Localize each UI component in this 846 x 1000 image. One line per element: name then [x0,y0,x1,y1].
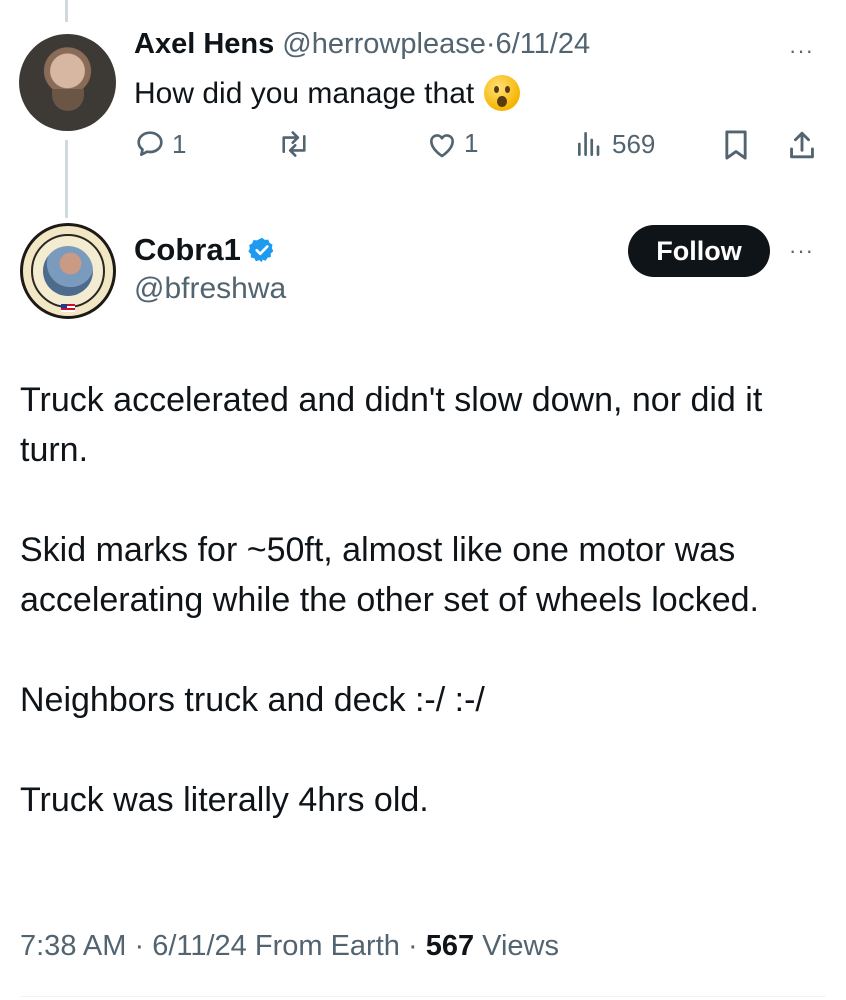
reply-more-icon[interactable]: ··· [789,38,814,64]
reply-display-name[interactable]: Axel Hens [134,28,274,60]
tweet-body: Truck accelerated and didn't slow down, … [20,375,830,875]
comment-icon [137,131,163,156]
reply-text: How did you manage that [134,75,521,111]
us-flag-icon [61,304,75,312]
reply-avatar[interactable] [19,34,116,131]
tweet-paragraph: Truck accelerated and didn't slow down, … [20,381,763,469]
analytics-icon [578,132,600,156]
follow-button[interactable]: Follow [628,225,770,277]
like-count: 1 [464,128,479,158]
tweet-more-icon[interactable]: ··· [789,238,814,264]
main-display-name[interactable]: Cobra1 [134,232,241,268]
face-with-open-mouth-icon [484,75,521,111]
tweet-paragraph: Skid marks for ~50ft, almost like one mo… [20,531,759,619]
repost-icon [282,131,306,157]
tweet-time[interactable]: 7:38 AM [20,930,126,962]
tweet-views-label: Views [482,930,559,962]
reply-header: Axel Hens @herrowplease·6/11/24 [134,28,590,61]
repost-button[interactable] [276,128,318,160]
thread-line-connector [65,140,68,218]
thread-line-top [65,0,68,22]
reply-date[interactable]: 6/11/24 [496,28,591,60]
divider [20,996,826,997]
main-handle[interactable]: @bfreshwa [134,272,286,306]
reply-action-bar: 1 1 569 [134,128,834,172]
reply-text-content: How did you manage that [134,77,475,110]
views-count: 569 [612,128,656,159]
reply-separator: · [485,28,496,60]
main-name-row: Cobra1 [134,232,276,268]
meta-separator: · [134,930,145,962]
tweet-paragraph: Truck was literally 4hrs old. [20,781,429,819]
reply-handle[interactable]: @herrowplease [282,28,486,60]
main-avatar[interactable] [20,223,116,319]
tweet-paragraph: Neighbors truck and deck :-/ :-/ [20,681,485,719]
tweet-source: From Earth [254,930,400,962]
meta-separator: · [407,930,418,962]
tweet-meta: 7:38 AM · 6/11/24 From Earth · 567 Views [20,930,559,963]
tweet-views-count[interactable]: 567 [426,930,474,962]
share-button[interactable] [786,128,818,162]
reply-count: 1 [172,128,187,159]
views-button[interactable]: 569 [574,128,655,160]
avatar-beard-detail [52,89,84,111]
like-button[interactable]: 1 [426,128,478,159]
heart-icon [430,133,454,157]
bookmark-icon [725,130,747,160]
share-icon [790,131,814,159]
avatar-photo [43,246,93,296]
bookmark-button[interactable] [720,128,752,162]
tweet-date[interactable]: 6/11/24 [152,930,247,962]
verified-badge-icon[interactable] [248,236,276,264]
reply-button[interactable]: 1 [134,128,186,160]
